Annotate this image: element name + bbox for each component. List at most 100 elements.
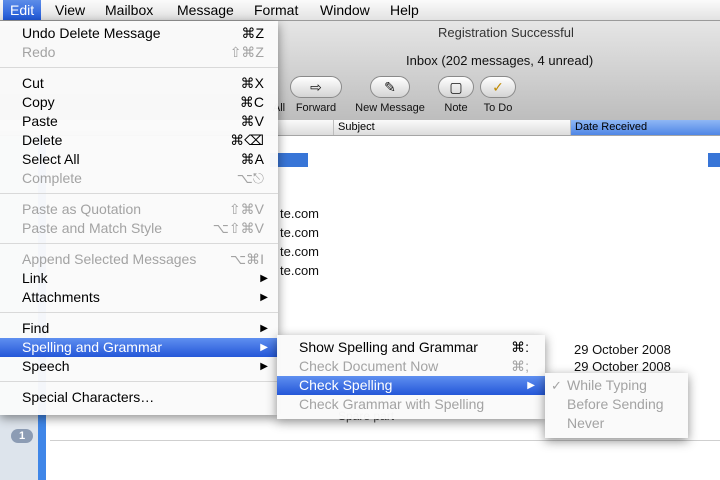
to-do-button[interactable]: ✓ To Do [478, 76, 518, 114]
menu-item-label: Complete [22, 170, 82, 186]
shortcut-label: ⌘Z [241, 25, 264, 41]
menu-item-label: Find [22, 320, 50, 336]
submenu-arrow-icon: ▶ [527, 380, 535, 391]
menu-item-before-sending[interactable]: Before Sending [545, 395, 688, 414]
menu-item-complete[interactable]: Complete ⌥⎋ [0, 169, 278, 188]
menu-item-show-spelling-and-grammar[interactable]: Show Spelling and Grammar ⌘: [277, 338, 545, 357]
shortcut-label: ⌥⇧⌘V [212, 220, 264, 236]
menu-item-label: Link [22, 270, 48, 286]
shortcut-label: ⇧⌘Z [229, 44, 264, 60]
shortcut-label: ⌘; [511, 358, 529, 374]
menu-item-select-all[interactable]: Select All ⌘A [0, 150, 278, 169]
menu-item-while-typing[interactable]: ✓ While Typing [545, 376, 688, 395]
menu-message[interactable]: Message [170, 0, 241, 20]
menu-separator [0, 67, 278, 68]
window-title: Registration Successful [438, 25, 574, 40]
menu-item-label: Before Sending [567, 396, 664, 412]
menu-window[interactable]: Window [313, 0, 377, 20]
menu-separator [0, 243, 278, 244]
menu-item-label: Paste and Match Style [22, 220, 163, 236]
menu-edit[interactable]: Edit [3, 0, 42, 20]
menu-item-label: Redo [22, 44, 56, 60]
date-received-cell: 29 October 2008 [574, 359, 671, 374]
menu-item-label: Show Spelling and Grammar [299, 339, 478, 355]
menu-item-never[interactable]: Never [545, 414, 688, 433]
note-icon: ▢ [438, 76, 474, 98]
menu-separator [0, 381, 278, 382]
menu-item-label: Check Document Now [299, 358, 439, 374]
checkmark-icon: ✓ [551, 378, 562, 393]
menu-item-link[interactable]: Link ▶ [0, 269, 278, 288]
menu-format[interactable]: Format [247, 0, 305, 20]
menu-item-label: Cut [22, 75, 44, 91]
menu-item-label: Paste as Quotation [22, 201, 142, 217]
new-message-button[interactable]: ✎ New Message [352, 76, 428, 114]
menu-item-paste[interactable]: Paste ⌘V [0, 112, 278, 131]
menu-item-append-selected-messages[interactable]: Append Selected Messages ⌥⌘I [0, 250, 278, 269]
menu-item-paste-and-match-style[interactable]: Paste and Match Style ⌥⇧⌘V [0, 219, 278, 238]
menu-item-check-document-now[interactable]: Check Document Now ⌘; [277, 357, 545, 376]
menu-item-label: Append Selected Messages [22, 251, 197, 267]
checkmark-icon: ✓ [480, 76, 516, 98]
menu-item-spelling-and-grammar[interactable]: Spelling and Grammar ▶ [0, 338, 278, 357]
column-subject[interactable]: Subject [333, 120, 570, 135]
menu-item-find[interactable]: Find ▶ [0, 319, 278, 338]
column-date-received[interactable]: Date Received [570, 120, 720, 135]
shortcut-label: ⌥⌘I [229, 251, 264, 267]
menu-help[interactable]: Help [383, 0, 426, 20]
forward-arrow-icon: ⇨ [290, 76, 342, 98]
menu-view[interactable]: View [48, 0, 92, 20]
shortcut-label: ⌘A [240, 151, 264, 167]
toolbar-label: New Message [355, 102, 425, 114]
menu-item-label: Paste [22, 113, 58, 129]
toolbar-label: Note [444, 102, 468, 114]
menu-item-label: Check Grammar with Spelling [299, 396, 485, 412]
sender-fragment: te.com [280, 263, 320, 278]
menu-item-label: Select All [22, 151, 80, 167]
menu-item-label: Undo Delete Message [22, 25, 161, 41]
forward-button[interactable]: ⇨ Forward [290, 76, 342, 114]
shortcut-label: ⌘X [240, 75, 264, 91]
menu-item-copy[interactable]: Copy ⌘C [0, 93, 278, 112]
menu-item-undo-delete-message[interactable]: Undo Delete Message ⌘Z [0, 24, 278, 43]
toolbar-label: To Do [483, 102, 513, 114]
menu-bar: Edit View Mailbox Message Format Window … [0, 0, 720, 21]
menu-mailbox[interactable]: Mailbox [98, 0, 160, 20]
note-button[interactable]: ▢ Note [436, 76, 476, 114]
shortcut-label: ⌘⌫ [230, 132, 264, 148]
menu-item-cut[interactable]: Cut ⌘X [0, 74, 278, 93]
submenu-arrow-icon: ▶ [260, 361, 268, 372]
submenu-arrow-icon: ▶ [260, 273, 268, 284]
menu-item-label: Speech [22, 358, 70, 374]
menu-separator [0, 312, 278, 313]
menu-item-label: Copy [22, 94, 55, 110]
date-received-cell: 29 October 2008 [574, 342, 671, 357]
menu-item-check-grammar-with-spelling[interactable]: Check Grammar with Spelling [277, 395, 545, 414]
menu-item-label: While Typing [567, 377, 647, 393]
menu-separator [0, 193, 278, 194]
submenu-arrow-icon: ▶ [260, 292, 268, 303]
shortcut-label: ⌥⎋ [236, 170, 264, 186]
divider [50, 440, 720, 441]
toolbar-label: Forward [295, 102, 337, 114]
menu-item-check-spelling[interactable]: Check Spelling ▶ [277, 376, 545, 395]
unread-badge: 1 [11, 429, 33, 443]
menu-item-label: Check Spelling [299, 377, 393, 393]
submenu-arrow-icon: ▶ [260, 323, 268, 334]
selected-row-highlight [708, 153, 720, 167]
menu-item-label: Never [567, 415, 605, 431]
menu-item-label: Delete [22, 132, 63, 148]
shortcut-label: ⌘C [239, 94, 264, 110]
menu-item-label: Spelling and Grammar [22, 339, 163, 355]
menu-item-redo[interactable]: Redo ⇧⌘Z [0, 43, 278, 62]
menu-item-speech[interactable]: Speech ▶ [0, 357, 278, 376]
menu-item-special-characters[interactable]: Special Characters… [0, 388, 278, 407]
shortcut-label: ⇧⌘V [228, 201, 264, 217]
menu-item-paste-as-quotation[interactable]: Paste as Quotation ⇧⌘V [0, 200, 278, 219]
sender-fragment: te.com [280, 206, 320, 221]
menu-item-attachments[interactable]: Attachments ▶ [0, 288, 278, 307]
mailbox-status: Inbox (202 messages, 4 unread) [406, 53, 594, 68]
menu-item-delete[interactable]: Delete ⌘⌫ [0, 131, 278, 150]
menu-item-label: Special Characters… [22, 389, 155, 405]
check-spelling-menu: ✓ While Typing Before Sending Never [545, 373, 688, 438]
